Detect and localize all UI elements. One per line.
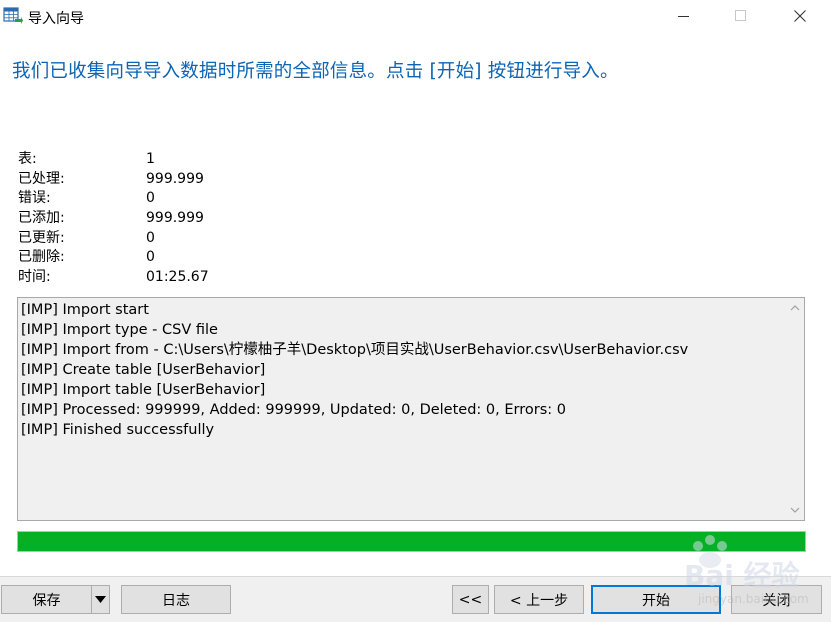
scroll-up-icon[interactable] [789, 302, 801, 314]
close-button[interactable]: 关闭 [731, 585, 822, 614]
save-button[interactable]: 保存 [1, 585, 92, 614]
log-lines: [IMP] Import start [IMP] Import type - C… [21, 300, 784, 440]
stat-value: 0 [146, 229, 155, 246]
log-line: [IMP] Create table [UserBehavior] [21, 362, 266, 378]
log-line: [IMP] Finished successfully [21, 422, 215, 438]
log-scrollbar[interactable] [786, 298, 804, 520]
log-line: [IMP] Processed: 999999, Added: 999999, … [21, 402, 566, 418]
progress-fill [18, 532, 805, 551]
stat-label: 已添加: [18, 210, 65, 227]
stat-label: 已删除: [18, 249, 65, 266]
stat-value: 999.999 [146, 170, 204, 187]
stat-label: 已更新: [18, 229, 65, 246]
maximize-button[interactable] [718, 0, 764, 32]
minimize-icon [678, 16, 689, 17]
first-step-button[interactable]: << [452, 585, 489, 614]
stat-label: 已处理: [18, 170, 65, 187]
close-icon [794, 10, 806, 22]
close-window-button[interactable] [777, 0, 823, 32]
import-progress-bar [17, 531, 806, 552]
maximize-icon [735, 10, 746, 21]
scroll-down-icon[interactable] [789, 504, 801, 516]
stat-value: 0 [146, 249, 155, 266]
log-line: [IMP] Import table [UserBehavior] [21, 382, 266, 398]
stat-label: 错误: [18, 190, 51, 207]
save-dropdown-button[interactable] [91, 585, 110, 614]
stat-value: 01:25.67 [146, 269, 209, 286]
wizard-headline: 我们已收集向导导入数据时所需的全部信息。点击 [开始] 按钮进行导入。 [12, 61, 619, 82]
import-log[interactable]: [IMP] Import start [IMP] Import type - C… [17, 297, 805, 521]
window-title: 导入向导 [28, 11, 84, 27]
stat-value: 1 [146, 151, 155, 167]
minimize-button[interactable] [661, 0, 707, 32]
log-line: [IMP] Import start [21, 302, 149, 318]
log-button[interactable]: 日志 [121, 585, 231, 614]
chevron-down-icon [95, 596, 106, 603]
stat-value: 999.999 [146, 210, 204, 227]
table-import-icon [3, 7, 23, 26]
log-line: [IMP] Import from - C:\Users\柠檬柚子羊\Deskt… [21, 342, 689, 358]
stat-value: 0 [146, 190, 155, 207]
back-button[interactable]: < 上一步 [494, 585, 584, 614]
title-bar: 导入向导 [0, 0, 831, 34]
stat-label: 表: [18, 151, 37, 167]
start-button[interactable]: 开始 [591, 585, 721, 614]
log-line: [IMP] Import type - CSV file [21, 322, 218, 338]
stat-label: 时间: [18, 269, 51, 286]
